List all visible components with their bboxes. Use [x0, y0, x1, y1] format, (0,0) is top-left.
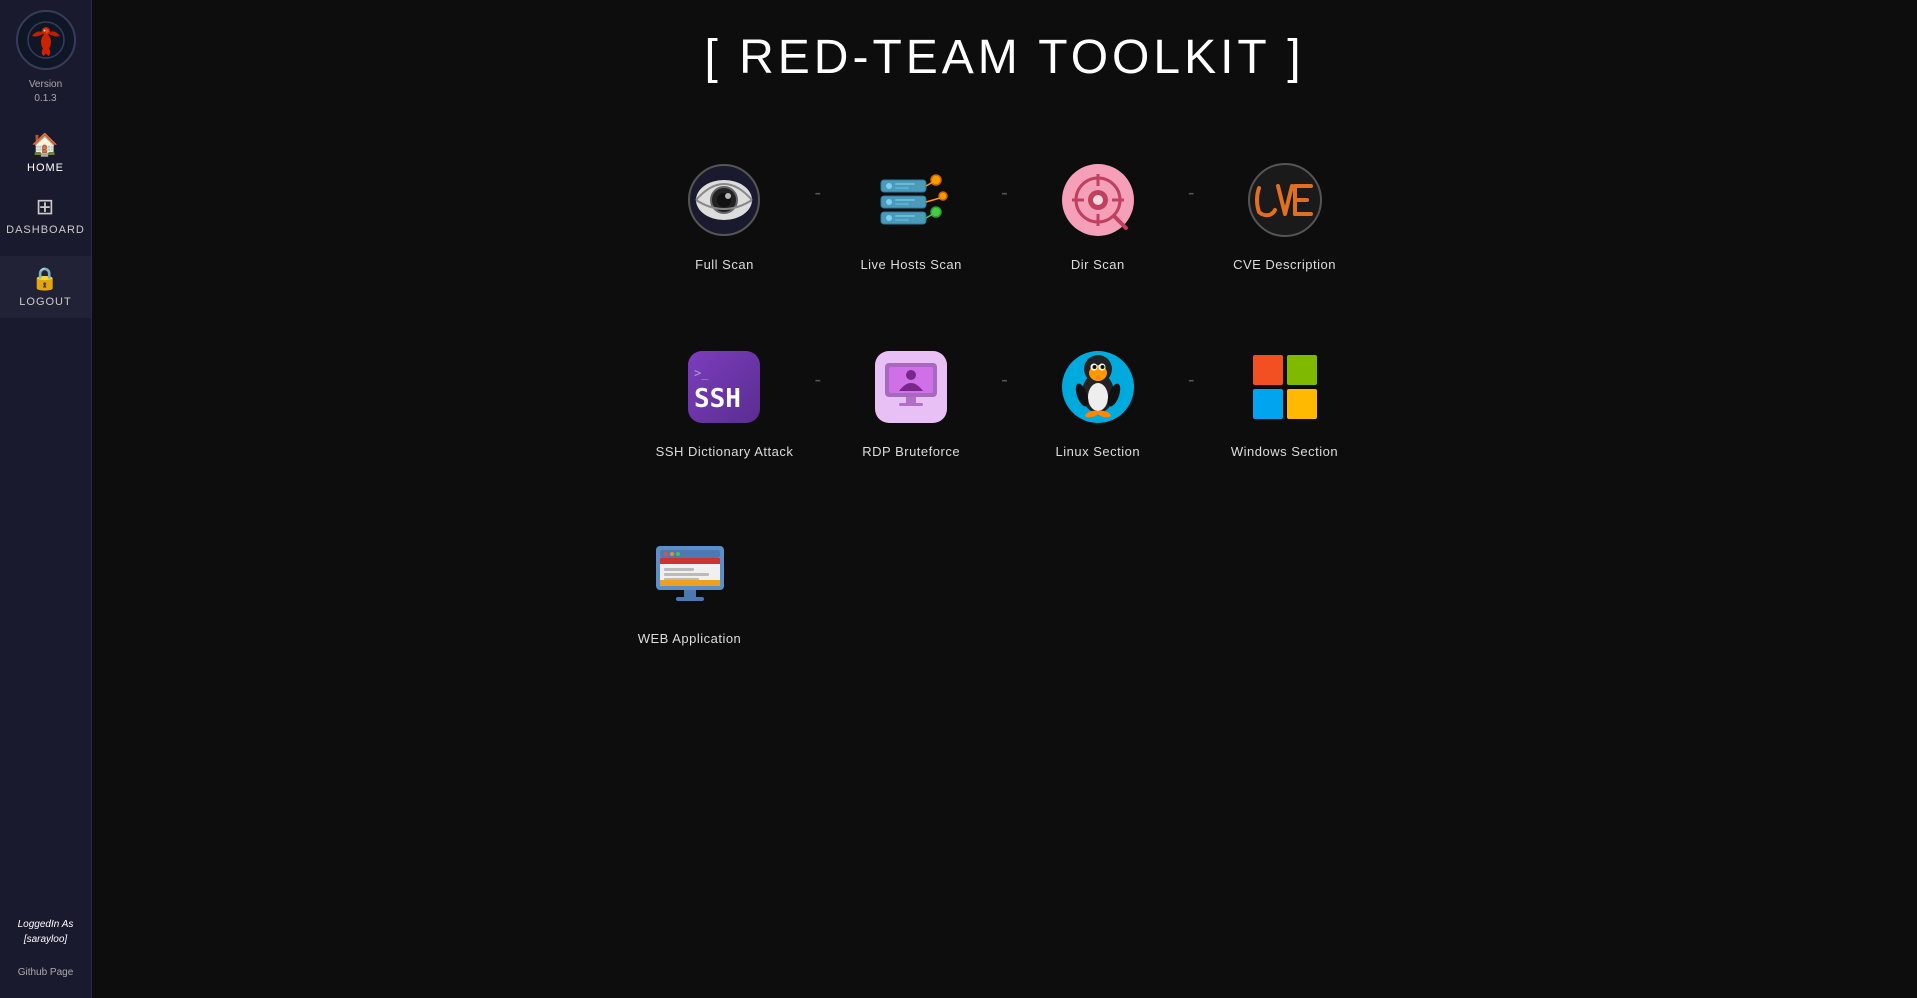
github-link[interactable]: Github Page	[18, 957, 74, 988]
sep-2: -	[991, 182, 1018, 205]
web-app-icon	[650, 534, 730, 614]
ssh-icon: >_ SSH	[684, 347, 764, 427]
nav-dashboard[interactable]: ⊞ Dashboard	[0, 184, 91, 246]
web-application-label: WEB Application	[638, 631, 742, 646]
full-scan-icon	[684, 160, 764, 240]
tool-full-scan[interactable]: Full Scan	[644, 145, 804, 282]
tools-row-2: >_ SSH SSH Dictionary Attack -	[555, 332, 1455, 469]
rdp-icon-wrapper	[866, 342, 956, 432]
dir-scan-icon	[1058, 160, 1138, 240]
logo-icon	[27, 21, 65, 59]
username-label: [sarayloo]	[24, 934, 67, 945]
tool-dir-scan[interactable]: Dir Scan	[1018, 145, 1178, 282]
logout-label: LOGOUT	[19, 296, 71, 308]
linux-section-label: Linux Section	[1056, 444, 1141, 459]
sep-3: -	[1178, 182, 1205, 205]
live-hosts-scan-icon	[871, 160, 951, 240]
cve-description-label: CVE Description	[1233, 257, 1336, 272]
cve-description-icon-wrapper	[1240, 155, 1330, 245]
rdp-icon	[871, 347, 951, 427]
logged-in-section: LoggedIn As [sarayloo]	[13, 907, 79, 957]
tool-ssh-dictionary-attack[interactable]: >_ SSH SSH Dictionary Attack	[644, 332, 804, 469]
nav-logout[interactable]: 🔒 LOGOUT	[0, 256, 91, 318]
logo	[16, 10, 76, 70]
home-label: HOME	[27, 162, 64, 174]
nav-home[interactable]: 🏠 HOME	[0, 122, 91, 184]
lock-icon: 🔒	[31, 266, 59, 292]
ssh-dictionary-attack-label: SSH Dictionary Attack	[656, 444, 794, 459]
ssh-icon-wrapper: >_ SSH	[679, 342, 769, 432]
linux-icon	[1058, 347, 1138, 427]
live-hosts-scan-icon-wrapper	[866, 155, 956, 245]
cve-description-icon	[1245, 160, 1325, 240]
tool-linux-section[interactable]: Linux Section	[1018, 332, 1178, 469]
dir-scan-icon-wrapper	[1053, 155, 1143, 245]
svg-text:>_: >_	[694, 366, 709, 380]
sep-1: -	[804, 182, 831, 205]
web-app-icon-wrapper	[645, 529, 735, 619]
tool-rdp-bruteforce[interactable]: RDP Bruteforce	[831, 332, 991, 469]
github-label: Github Page	[18, 967, 74, 978]
windows-icon	[1245, 347, 1325, 427]
sidebar: Version 0.1.3 🏠 HOME ⊞ Dashboard 🔒 LOGOU…	[0, 0, 92, 998]
full-scan-label: Full Scan	[695, 257, 754, 272]
live-hosts-scan-label: Live Hosts Scan	[860, 257, 961, 272]
tool-windows-section[interactable]: Windows Section	[1205, 332, 1365, 469]
tools-grid: Full Scan -	[555, 145, 1455, 656]
windows-icon-wrapper	[1240, 342, 1330, 432]
main-content: [ RED-TEAM TOOLKIT ]	[92, 0, 1917, 998]
linux-icon-wrapper	[1053, 342, 1143, 432]
tool-web-application[interactable]: WEB Application	[610, 519, 770, 656]
sep-6: -	[1178, 369, 1205, 392]
windows-section-label: Windows Section	[1231, 444, 1338, 459]
full-scan-icon-wrapper	[679, 155, 769, 245]
sep-5: -	[991, 369, 1018, 392]
svg-text:SSH: SSH	[694, 384, 741, 414]
tool-cve-description[interactable]: CVE Description	[1205, 145, 1365, 282]
version-text: Version 0.1.3	[29, 78, 62, 106]
rdp-bruteforce-label: RDP Bruteforce	[862, 444, 960, 459]
dashboard-icon: ⊞	[36, 194, 55, 220]
tools-row-3: WEB Application	[555, 519, 1455, 656]
tool-live-hosts-scan[interactable]: Live Hosts Scan	[831, 145, 991, 282]
tools-row-1: Full Scan -	[555, 145, 1455, 282]
page-title: [ RED-TEAM TOOLKIT ]	[704, 30, 1304, 85]
logged-in-as-label: LoggedIn As	[18, 919, 74, 930]
dir-scan-label: Dir Scan	[1071, 257, 1125, 272]
home-icon: 🏠	[31, 132, 59, 158]
sep-4: -	[804, 369, 831, 392]
dashboard-label: Dashboard	[6, 224, 85, 236]
